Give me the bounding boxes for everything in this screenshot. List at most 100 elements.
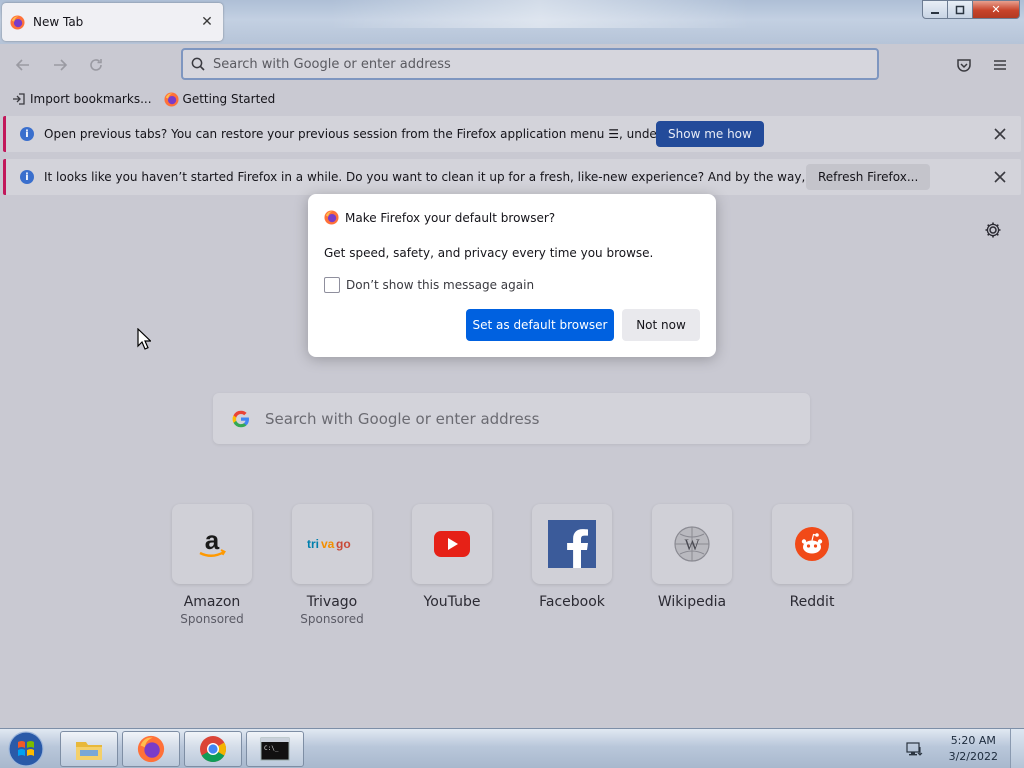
shortcut-facebook[interactable]: Facebook [522,504,622,610]
firefox-icon [137,735,165,763]
facebook-icon [548,520,596,568]
restore-session-notification: i Open previous tabs? You can restore yo… [3,116,1021,152]
svg-text:W: W [684,537,700,554]
refresh-firefox-notification: i It looks like you haven’t started Fire… [3,159,1021,195]
info-icon: i [20,127,34,141]
svg-text:go: go [336,537,351,551]
sponsored-label: Sponsored [300,612,364,626]
close-window-button[interactable]: ✕ [973,0,1020,19]
mouse-cursor-icon [137,328,151,350]
set-default-browser-button[interactable]: Set as default browser [466,309,614,341]
clock[interactable]: 5:20 AM 3/2/2022 [949,733,998,765]
clock-time: 5:20 AM [950,734,996,747]
taskbar-firefox[interactable] [122,731,180,767]
tab-title: New Tab [33,15,84,29]
shortcut-card: tri va go [292,504,372,584]
shortcut-card: a [172,504,252,584]
shortcut-youtube[interactable]: YouTube [402,504,502,610]
reload-button[interactable] [84,53,108,77]
tab-close-icon[interactable]: ✕ [199,14,215,30]
show-desktop-button[interactable] [1010,729,1024,768]
wikipedia-icon: W [674,526,710,562]
navigation-toolbar [0,44,1024,86]
shortcut-card [532,504,612,584]
reload-icon [90,59,102,71]
firefox-icon [324,210,339,225]
restore-button[interactable] [948,0,973,19]
shortcut-reddit[interactable]: Reddit [762,504,862,610]
bookmark-label: Import bookmarks... [30,92,152,106]
forward-button[interactable] [48,53,72,77]
back-arrow-icon [15,59,29,71]
newtab-search-input[interactable] [265,409,810,428]
google-icon [232,410,249,427]
shortcut-card [772,504,852,584]
dont-show-again-checkbox[interactable] [324,277,340,293]
dont-show-again-option[interactable]: Don’t show this message again [324,277,534,293]
default-browser-dialog: Make Firefox your default browser? Get s… [308,194,716,357]
youtube-icon [434,531,470,557]
taskbar-chrome[interactable] [184,731,242,767]
shortcut-label: Reddit [789,594,835,610]
checkbox-label: Don’t show this message again [346,278,535,292]
bookmark-import[interactable]: Import bookmarks... [12,92,152,106]
pocket-icon [957,59,971,72]
info-icon: i [20,170,34,184]
notification-text: It looks like you haven’t started Firefo… [44,170,900,184]
reddit-icon [795,527,829,561]
chrome-icon [200,736,227,763]
dialog-title: Make Firefox your default browser? [324,210,555,225]
app-menu-button[interactable] [988,53,1012,77]
svg-text:tri: tri [307,537,319,551]
shortcut-label: Amazon [183,594,241,610]
svg-text:a: a [205,527,220,555]
restore-icon [955,5,965,14]
firefox-icon [163,91,179,107]
forward-arrow-icon [54,59,68,71]
amazon-icon: a [199,527,226,557]
bookmarks-toolbar: Import bookmarks... Getting Started [0,86,1024,112]
shortcut-amazon[interactable]: a Amazon Sponsored [162,504,262,626]
shortcut-label: Wikipedia [657,594,727,610]
window-controls: ✕ [922,0,1020,19]
address-bar[interactable] [181,48,879,80]
dialog-body: Get speed, safety, and privacy every tim… [324,246,654,260]
close-icon[interactable] [991,125,1009,143]
svg-text:C:\_: C:\_ [264,745,279,752]
not-now-button[interactable]: Not now [622,309,700,341]
bookmark-label: Getting Started [182,92,276,106]
taskbar: C:\_ 5:20 AM 3/2/2022 [0,728,1024,768]
refresh-firefox-button[interactable]: Refresh Firefox... [806,164,931,190]
svg-text:va: va [321,537,335,551]
shortcut-label: YouTube [423,594,481,610]
back-button[interactable] [11,53,35,77]
firefox-icon [10,14,25,30]
taskbar-explorer[interactable] [60,731,118,767]
shortcut-wikipedia[interactable]: W Wikipedia [642,504,742,610]
import-icon [13,93,25,105]
command-prompt-icon: C:\_ [260,737,290,761]
bookmark-getting-started[interactable]: Getting Started [163,91,276,107]
shortcut-card [412,504,492,584]
hamburger-menu-icon [994,60,1006,70]
network-icon[interactable] [906,741,924,757]
address-input[interactable] [213,56,877,72]
dialog-title-text: Make Firefox your default browser? [345,210,556,225]
tab-new-tab[interactable]: New Tab ✕ [2,3,223,41]
shortcut-label: Facebook [539,594,605,610]
start-button[interactable] [4,729,48,768]
newtab-search-box[interactable] [213,393,810,444]
minimize-button[interactable] [922,0,948,19]
show-me-how-button[interactable]: Show me how [656,121,764,147]
close-icon[interactable] [991,168,1009,186]
title-bar: New Tab ✕ ✕ [0,0,1024,44]
shortcut-label: Trivago [306,594,358,610]
shortcut-card: W [652,504,732,584]
taskbar-command-prompt[interactable]: C:\_ [246,731,304,767]
sponsored-label: Sponsored [180,612,244,626]
gear-icon[interactable] [984,221,1002,239]
trivago-icon: tri va go [307,537,351,551]
shortcut-trivago[interactable]: tri va go Trivago Sponsored [282,504,382,626]
system-tray: 5:20 AM 3/2/2022 [892,729,1024,768]
pocket-button[interactable] [952,53,976,77]
